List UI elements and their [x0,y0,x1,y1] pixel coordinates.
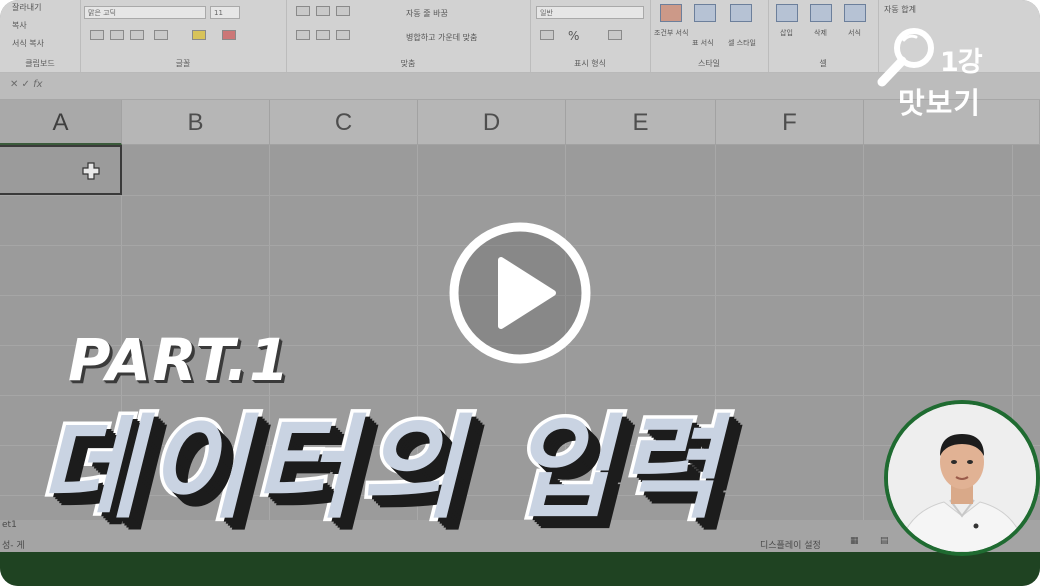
instructor-video [884,400,1040,556]
cell-styles-icon[interactable] [730,4,752,22]
normal-view-icon[interactable]: ▦ [850,536,859,546]
number-group-label: 표시 형식 [574,59,606,68]
decimal-icon[interactable] [608,30,622,40]
preview-label: 맛보기 [898,86,982,120]
cut-button[interactable]: 잘라내기 [12,2,41,13]
merge-center-button[interactable]: 병합하고 가운데 맞춤 [406,32,477,43]
bold-icon[interactable] [90,30,104,40]
ribbon-group-clipboard: 잘라내기 복사 서식 복사 클립보드 [0,0,81,72]
lesson-number: 1강 [940,47,983,78]
part-label: PART.1 [68,326,291,394]
active-cell-a1[interactable] [0,145,122,195]
format-cells-icon[interactable] [844,4,866,22]
play-button[interactable] [447,220,593,366]
wrap-text-button[interactable]: 자동 줄 바꿈 [406,8,448,19]
column-header-e[interactable]: E [566,100,716,145]
column-header-b[interactable]: B [122,100,270,145]
alignment-group-label: 맞춤 [400,59,416,68]
copy-button[interactable]: 복사 [12,20,27,31]
conditional-format-label: 조건부 서식 [654,29,689,37]
format-painter-button[interactable]: 서식 복사 [12,38,44,49]
ribbon-group-cells: 삽입 삭제 서식 셀 [768,0,879,72]
border-icon[interactable] [154,30,168,40]
font-group-label: 글꼴 [175,59,191,68]
gridline [0,395,1040,396]
delete-cells-icon[interactable] [810,4,832,22]
video-thumbnail[interactable]: 잘라내기 복사 서식 복사 클립보드 맑은 고딕 11 글꼴 자동 줄 바꿈 병… [0,0,1040,586]
gridline [0,195,1040,196]
font-name-select[interactable]: 맑은 고딕 [84,6,206,19]
align-left-icon[interactable] [296,30,310,40]
cell-cursor-icon [82,162,100,180]
fill-color-icon[interactable] [192,30,206,40]
align-bottom-icon[interactable] [336,6,350,16]
gridline [863,145,864,530]
ribbon-group-alignment: 자동 줄 바꿈 병합하고 가운데 맞춤 맞춤 [286,0,531,72]
format-table-icon[interactable] [694,4,716,22]
align-center-icon[interactable] [316,30,330,40]
italic-icon[interactable] [110,30,124,40]
ribbon-group-number: 일반 % 표시 형식 [530,0,651,72]
delete-label: 삭제 [814,29,827,37]
page-layout-icon[interactable]: ▤ [880,536,889,546]
underline-icon[interactable] [130,30,144,40]
cells-group-label: 셀 [819,59,827,68]
insert-label: 삽입 [780,29,793,37]
display-settings-button[interactable]: 디스플레이 설정 [760,538,821,551]
ribbon-group-font: 맑은 고딕 11 글꼴 [80,0,287,72]
column-header-d[interactable]: D [418,100,566,145]
conditional-format-icon[interactable] [660,4,682,22]
format-label: 서식 [848,29,861,37]
clipboard-group-label: 클립보드 [25,59,55,68]
percent-icon[interactable]: % [568,29,579,43]
number-format-select[interactable]: 일반 [536,6,644,19]
instructor-portrait [888,404,1036,552]
ribbon-group-styles: 조건부 서식 표 서식 셀 스타일 스타일 [650,0,769,72]
align-top-icon[interactable] [296,6,310,16]
font-color-icon[interactable] [222,30,236,40]
column-header-c[interactable]: C [270,100,418,145]
styles-group-label: 스타일 [697,59,721,68]
bottom-color-bar [0,552,1040,586]
lesson-title: 데이터의 입력 [34,401,724,538]
column-header-a[interactable]: A [0,100,122,145]
cell-styles-label: 셀 스타일 [728,39,756,47]
autosum-button[interactable]: 자동 합계 [884,4,916,15]
align-right-icon[interactable] [336,30,350,40]
lesson-badge: 1강 맛보기 [876,22,1006,122]
align-middle-icon[interactable] [316,6,330,16]
fx-icon: ✕ ✓ fx [10,79,43,90]
font-size-select[interactable]: 11 [210,6,240,19]
format-table-label: 표 서식 [692,39,714,47]
column-header-f[interactable]: F [716,100,864,145]
status-left-text: 성- 게 [2,541,25,551]
sheet-tab[interactable]: et1 [2,520,17,530]
insert-cells-icon[interactable] [776,4,798,22]
currency-icon[interactable] [540,30,554,40]
